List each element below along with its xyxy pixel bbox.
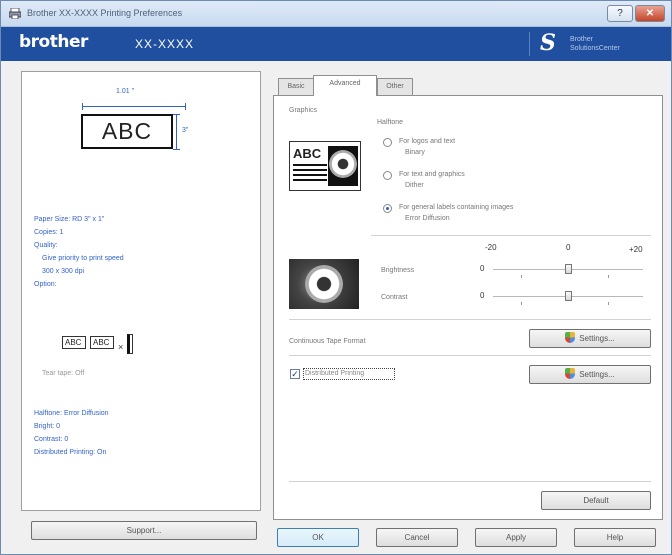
divider	[289, 319, 651, 320]
window-title: Brother XX-XXXX Printing Preferences	[27, 8, 183, 18]
info-brightness: Bright: 0	[34, 423, 61, 430]
info-option: Option:	[34, 281, 57, 288]
model-name: XX-XXXX	[135, 37, 195, 51]
tab-basic[interactable]: Basic	[278, 78, 314, 95]
info-tear-tape: Tear tape: Off	[42, 370, 85, 377]
brightness-value: 0	[480, 264, 485, 273]
abc-sample-text: ABC	[293, 146, 322, 161]
halftone-label: Halftone	[377, 119, 404, 126]
help-title-button[interactable]: ?	[607, 5, 633, 22]
solutions-line2: SolutionsCenter	[570, 45, 620, 52]
info-contrast: Contrast: 0	[34, 436, 69, 443]
info-quality: Quality:	[34, 242, 58, 249]
settings-button-label: Settings...	[579, 334, 615, 343]
halftone-binary-radio[interactable]	[383, 138, 392, 147]
apply-button[interactable]: Apply	[475, 528, 557, 547]
info-quality-mode: Give priority to print speed	[42, 255, 124, 262]
help-button[interactable]: Help	[574, 528, 656, 547]
divider	[371, 235, 651, 236]
distributed-printing-label[interactable]: Distributed Printing	[303, 368, 395, 380]
info-copies: Copies: 1	[34, 229, 64, 236]
divider	[289, 355, 651, 356]
continuous-tape-settings-button[interactable]: Settings...	[529, 329, 651, 348]
label-preview: ABC	[81, 114, 173, 149]
info-paper-size: Paper Size: RD 3" x 1"	[34, 216, 105, 223]
continuous-tape-label: Continuous Tape Format	[289, 338, 366, 345]
brightness-slider-thumb[interactable]	[565, 264, 572, 274]
uac-shield-icon	[565, 332, 576, 343]
settings-button-label: Settings...	[579, 370, 615, 379]
brand-header: brother XX-XXXX S Brother SolutionsCente…	[1, 27, 671, 61]
printer-icon	[9, 8, 21, 19]
brother-logo: brother	[19, 32, 88, 52]
halftone-error-diffusion-label[interactable]: For general labels containing images	[399, 203, 513, 212]
title-bar[interactable]: Brother XX-XXXX Printing Preferences ? ✕	[1, 1, 671, 27]
distributed-settings-button[interactable]: Settings...	[529, 365, 651, 384]
distributed-printing-checkbox[interactable]: ✓	[290, 369, 300, 379]
flower-photo	[328, 146, 358, 186]
tape-end-icon	[127, 334, 133, 354]
tab-advanced[interactable]: Advanced	[313, 75, 377, 96]
scale-max: +20	[629, 245, 643, 254]
cancel-button[interactable]: Cancel	[376, 528, 458, 547]
halftone-binary-label[interactable]: For logos and text	[399, 137, 455, 146]
info-distributed: Distributed Printing: On	[34, 449, 107, 456]
default-button[interactable]: Default	[541, 491, 651, 510]
uac-shield-icon	[565, 368, 576, 379]
contrast-label: Contrast	[381, 294, 408, 301]
cut-icon: ×	[118, 342, 124, 352]
halftone-dither-label[interactable]: For text and graphics	[399, 170, 465, 179]
option-preview: ABC ABC ×	[62, 334, 162, 354]
mini-label-a: ABC	[62, 336, 86, 349]
contrast-slider-thumb[interactable]	[565, 291, 572, 301]
brightness-label: Brightness	[381, 267, 415, 274]
halftone-dither-radio[interactable]	[383, 171, 392, 180]
scale-mid: 0	[566, 243, 571, 252]
halftone-dither-sublabel: Dither	[405, 182, 424, 189]
halftone-error-diffusion-radio[interactable]	[383, 204, 392, 213]
label-height-dimension: 3"	[182, 127, 189, 134]
solutions-center-link[interactable]: S Brother SolutionsCenter	[529, 30, 663, 56]
halftone-error-diffusion-sublabel: Error Diffusion	[405, 215, 450, 222]
halftone-binary-sublabel: Binary	[405, 149, 425, 156]
halftone-preview-image: ABC	[289, 141, 361, 191]
solutions-line1: Brother	[570, 36, 593, 43]
printing-preferences-window: Brother XX-XXXX Printing Preferences ? ✕…	[0, 0, 672, 555]
mini-label-b: ABC	[90, 336, 114, 349]
divider	[289, 481, 651, 482]
height-arrow	[173, 114, 180, 150]
contrast-value: 0	[480, 291, 485, 300]
info-halftone: Halftone: Error Diffusion	[34, 410, 109, 417]
graphics-label: Graphics	[289, 107, 318, 114]
support-button[interactable]: Support...	[31, 521, 257, 540]
tab-other[interactable]: Other	[377, 78, 413, 95]
ok-button[interactable]: OK	[277, 528, 359, 547]
width-arrow	[82, 103, 186, 110]
scale-min: -20	[485, 243, 497, 252]
brightness-preview-image	[289, 259, 359, 309]
label-width-dimension: 1.01 "	[116, 88, 135, 95]
info-resolution: 300 x 300 dpi	[42, 268, 85, 275]
solutions-center-icon: S	[540, 30, 556, 56]
label-preview-panel: 1.01 " ABC 3" Paper Size: RD 3" x 1" Cop…	[21, 71, 261, 511]
close-button[interactable]: ✕	[635, 5, 665, 22]
